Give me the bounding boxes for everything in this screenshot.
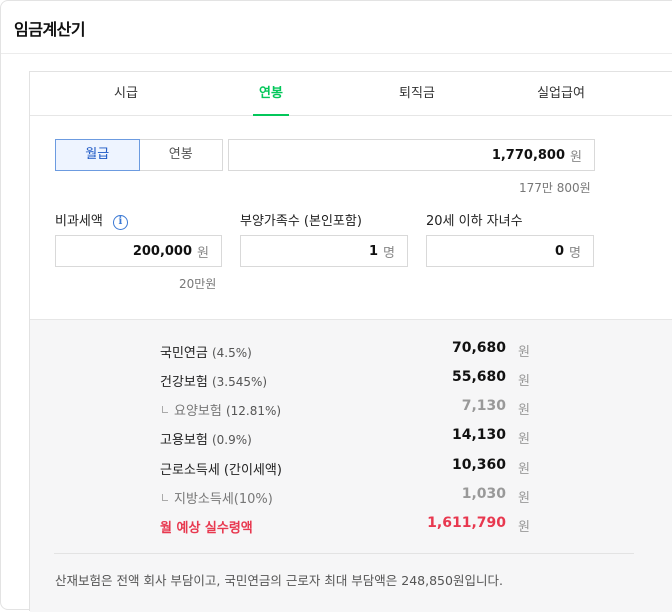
nontax-input[interactable]: 200,000 원 — [55, 235, 222, 267]
footnote: 산재보험은 전액 회사 부담이고, 국민연금의 근로자 최대 부담액은 248,… — [55, 573, 503, 588]
dependents-label: 부양가족수 (본인포함) — [240, 214, 362, 229]
calculator-panel: 시급 연봉 퇴직금 실업급여 월급 연봉 1,770,800 원 177만 80… — [29, 71, 672, 612]
dependents-input[interactable]: 1 명 — [240, 235, 408, 267]
children-unit: 명 — [569, 245, 581, 261]
result-unit: 원 — [518, 374, 530, 389]
result-value: 1,030 — [461, 486, 506, 502]
result-value: 70,680 — [451, 340, 506, 356]
salary-hint: 177만 800원 — [519, 181, 591, 195]
salary-unit: 원 — [570, 149, 582, 165]
nontax-label-text: 비과세액 — [55, 214, 103, 229]
page-title: 임금계산기 — [14, 20, 86, 39]
result-unit: 원 — [518, 403, 530, 418]
results-panel: 국민연금 (4.5%) 70,680 원 건강보험 (3.545%) 55,68… — [30, 319, 672, 612]
result-unit: 원 — [518, 491, 530, 506]
tab-bar: 시급 연봉 퇴직금 실업급여 — [30, 72, 672, 116]
result-row-income-tax: 근로소득세 (간이세액) 10,360 원 — [160, 457, 530, 479]
tab-unemployment[interactable]: 실업급여 — [521, 72, 601, 116]
sub-item-corner-icon — [162, 494, 168, 501]
children-value: 0 — [554, 243, 565, 259]
result-label: 근로소득세 (간이세액) — [160, 463, 282, 478]
result-label: 국민연금 — [160, 346, 208, 361]
info-icon[interactable]: i — [112, 215, 128, 230]
card-header: 임금계산기 — [1, 1, 672, 54]
monthly-button[interactable]: 월급 — [55, 139, 140, 171]
annual-button[interactable]: 연봉 — [140, 140, 223, 170]
result-value: 14,130 — [451, 427, 506, 443]
result-value: 55,680 — [451, 369, 506, 385]
results-divider — [54, 553, 634, 554]
result-rate: (3.545%) — [211, 375, 268, 389]
result-unit: 원 — [518, 345, 530, 360]
result-label: 건강보험 — [160, 375, 208, 390]
result-row-employment: 고용보험 (0.9%) 14,130 원 — [160, 427, 530, 449]
children-input[interactable]: 0 명 — [426, 235, 594, 267]
children-label: 20세 이하 자녀수 — [426, 214, 523, 229]
dependents-value: 1 — [368, 243, 379, 259]
nontax-value: 200,000 — [132, 243, 193, 259]
result-unit: 원 — [518, 462, 530, 477]
result-row-care: 요양보험 (12.81%) 7,130 원 — [160, 398, 530, 420]
result-value: 10,360 — [451, 457, 506, 473]
sub-item-corner-icon — [162, 406, 168, 413]
result-row-pension: 국민연금 (4.5%) 70,680 원 — [160, 340, 530, 362]
result-rate: (0.9%) — [211, 433, 252, 447]
dependents-unit: 명 — [383, 245, 395, 261]
result-rate: (4.5%) — [211, 346, 252, 360]
result-label: 고용보험 — [160, 433, 208, 448]
result-row-net-pay: 월 예상 실수령액 1,611,790 원 — [160, 515, 530, 537]
result-value: 1,611,790 — [427, 515, 506, 531]
result-label: 월 예상 실수령액 — [160, 521, 253, 536]
salary-input[interactable]: 1,770,800 원 — [228, 139, 595, 171]
salary-value: 1,770,800 — [491, 147, 566, 163]
tab-annual[interactable]: 연봉 — [253, 72, 289, 116]
result-row-local-tax: 지방소득세(10%) 1,030 원 — [160, 486, 530, 508]
nontax-label: 비과세액 i — [55, 210, 128, 230]
result-unit: 원 — [518, 432, 530, 447]
result-rate: (12.81%) — [225, 404, 282, 418]
result-row-health: 건강보험 (3.545%) 55,680 원 — [160, 369, 530, 391]
result-label: 지방소득세(10%) — [174, 492, 273, 507]
calculator-card: 임금계산기 시급 연봉 퇴직금 실업급여 월급 연봉 1,770,800 원 1… — [0, 0, 672, 612]
nontax-hint: 20만원 — [179, 277, 217, 291]
result-unit: 원 — [518, 520, 530, 535]
tab-severance[interactable]: 퇴직금 — [382, 72, 452, 116]
pay-type-toggle: 월급 연봉 — [55, 139, 223, 171]
nontax-unit: 원 — [197, 245, 209, 261]
tab-hourly[interactable]: 시급 — [91, 72, 161, 116]
result-label: 요양보험 — [174, 404, 222, 419]
result-value: 7,130 — [461, 398, 506, 414]
